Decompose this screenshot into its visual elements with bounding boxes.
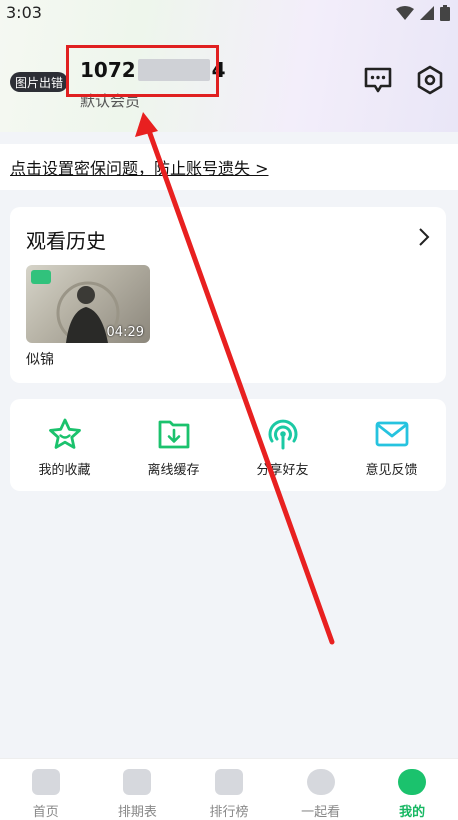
tab-watch-together[interactable]: 一起看 <box>275 759 367 820</box>
security-question-banner[interactable]: 点击设置密保问题，防止账号遗失 > <box>0 144 458 190</box>
download-folder-icon <box>156 417 192 451</box>
video-duration: 04:29 <box>106 325 144 340</box>
tab-schedule-label: 排期表 <box>117 805 157 820</box>
video-thumbnail[interactable]: 04:29 <box>26 265 150 343</box>
quick-actions-card: 我的收藏 离线缓存 分享好友 意见反馈 <box>10 399 446 491</box>
tab-ranking[interactable]: 排行榜 <box>183 759 275 820</box>
watch-history-title: 观看历史 <box>26 229 106 253</box>
tab-schedule[interactable]: 排期表 <box>92 759 184 820</box>
avatar-error-text: 图片出错 <box>14 75 63 90</box>
watch-history-card: 观看历史 04:29 似锦 <box>10 207 446 383</box>
settings-icon[interactable] <box>415 65 445 95</box>
favorites-label: 我的收藏 <box>38 463 91 478</box>
mail-icon <box>374 417 410 451</box>
tab-home[interactable]: 首页 <box>0 759 92 820</box>
offline-cache-button[interactable]: 离线缓存 <box>119 399 228 491</box>
battery-icon <box>440 5 450 21</box>
offline-cache-label: 离线缓存 <box>147 463 200 478</box>
status-bar: 3:03 <box>0 0 458 26</box>
favorites-button[interactable]: 我的收藏 <box>10 399 119 491</box>
calendar-icon <box>123 769 152 795</box>
feedback-button[interactable]: 意见反馈 <box>337 399 446 491</box>
avatar[interactable]: 图片出错 <box>10 72 68 92</box>
wifi-icon <box>396 6 414 20</box>
share-friends-label: 分享好友 <box>256 463 309 478</box>
home-icon <box>31 769 60 795</box>
tab-watch-together-label: 一起看 <box>301 805 341 820</box>
status-icons <box>396 3 450 23</box>
bottom-tab-bar: 首页 排期表 排行榜 一起看 我的 <box>0 758 458 820</box>
status-time: 3:03 <box>6 3 42 22</box>
share-friends-button[interactable]: 分享好友 <box>228 399 337 491</box>
video-title[interactable]: 似锦 <box>26 349 54 369</box>
highlight-box <box>66 45 219 97</box>
profile-header: 3:03 图片出错 1072 4 默认会员 <box>0 0 458 132</box>
signal-icon <box>420 6 434 20</box>
star-icon <box>47 417 83 451</box>
watch-together-icon <box>306 769 335 795</box>
ranking-icon <box>214 769 243 795</box>
tab-mine[interactable]: 我的 <box>366 759 458 820</box>
tab-home-label: 首页 <box>32 805 59 820</box>
feedback-label: 意见反馈 <box>365 463 418 478</box>
chevron-right-icon[interactable] <box>416 227 432 247</box>
security-question-link[interactable]: 点击设置密保问题，防止账号遗失 > <box>10 155 269 179</box>
profile-icon <box>398 769 427 795</box>
message-icon[interactable] <box>363 65 393 95</box>
tab-ranking-label: 排行榜 <box>209 805 249 820</box>
tab-mine-label: 我的 <box>399 805 426 820</box>
share-signal-icon <box>265 417 301 451</box>
